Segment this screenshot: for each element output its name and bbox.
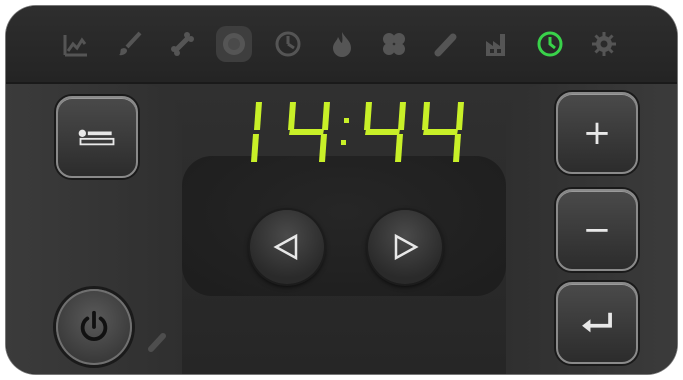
bone-icon bbox=[164, 26, 200, 62]
time-display: 14:44 bbox=[216, 90, 486, 174]
pellet-icon bbox=[428, 26, 464, 62]
triangle-right-icon bbox=[394, 233, 419, 261]
navigation-area bbox=[182, 156, 506, 296]
status-icon-bar bbox=[6, 6, 677, 84]
gear-round-icon bbox=[216, 26, 252, 62]
power-button[interactable] bbox=[56, 289, 132, 365]
control-panel: 14:44 bbox=[6, 6, 677, 374]
menu-key-icon bbox=[78, 129, 115, 146]
clock-icon bbox=[532, 26, 568, 62]
left-arrow-button[interactable] bbox=[250, 210, 324, 284]
flame-icon bbox=[324, 26, 360, 62]
enter-icon bbox=[582, 312, 612, 333]
triangle-left-icon bbox=[273, 233, 298, 261]
clock-dial-icon bbox=[270, 26, 306, 62]
plus-button[interactable]: + bbox=[556, 92, 638, 174]
fan-icon bbox=[376, 26, 412, 62]
plus-label: + bbox=[582, 113, 612, 153]
brush-icon bbox=[112, 26, 148, 62]
menu-button[interactable] bbox=[56, 96, 138, 178]
power-icon bbox=[80, 310, 108, 341]
enter-button[interactable] bbox=[556, 282, 638, 364]
factory-icon bbox=[480, 26, 516, 62]
minus-label: − bbox=[582, 210, 612, 250]
settings-icon bbox=[586, 26, 622, 62]
minus-button[interactable]: − bbox=[556, 189, 638, 271]
right-arrow-button[interactable] bbox=[368, 210, 442, 284]
pellet-indicator-icon bbox=[146, 331, 168, 353]
chart-icon bbox=[58, 26, 94, 62]
